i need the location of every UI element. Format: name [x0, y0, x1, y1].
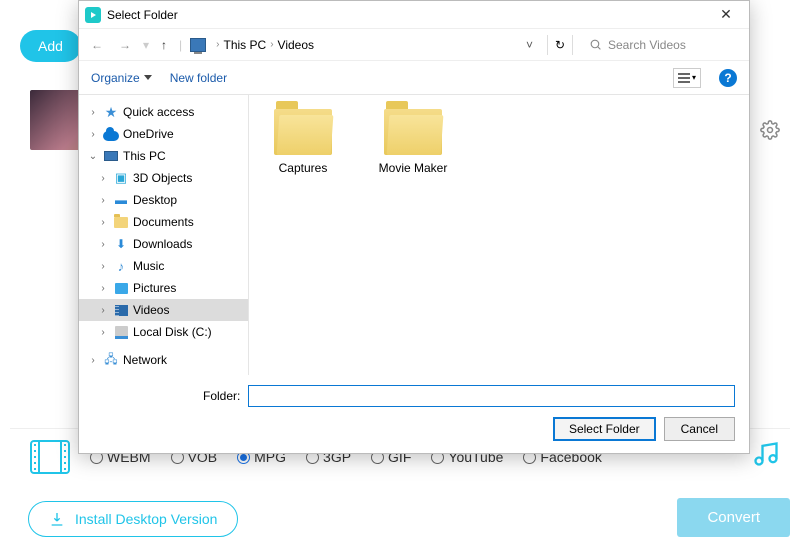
organize-menu[interactable]: Organize: [91, 71, 152, 85]
nav-up-icon[interactable]: ↑: [157, 36, 171, 54]
film-icon: [30, 440, 70, 474]
settings-icon[interactable]: [760, 120, 780, 145]
add-button[interactable]: Add: [20, 30, 81, 62]
dialog-toolbar: Organize New folder ▾ ?: [79, 61, 749, 95]
new-folder-button[interactable]: New folder: [170, 71, 227, 85]
install-desktop-button[interactable]: Install Desktop Version: [28, 501, 238, 537]
tree-videos[interactable]: ›Videos: [79, 299, 248, 321]
nav-forward-icon: →: [115, 36, 135, 54]
tree-3d-objects[interactable]: ›▣3D Objects: [79, 167, 248, 189]
folder-content[interactable]: Captures Movie Maker: [249, 95, 749, 375]
breadcrumb-dropdown-icon[interactable]: ˅: [322, 38, 539, 52]
dialog-navbar: ← → ▾ ↑ | › This PC › Videos ˅ ↻ Search …: [79, 29, 749, 61]
tree-pictures[interactable]: ›Pictures: [79, 277, 248, 299]
music-icon[interactable]: [752, 440, 780, 473]
pc-icon: [190, 38, 206, 52]
chevron-down-icon: [144, 75, 152, 80]
search-icon: [589, 38, 602, 51]
app-logo-icon: [85, 7, 101, 23]
folder-captures[interactable]: Captures: [263, 109, 343, 175]
tree-quick-access[interactable]: ›★Quick access: [79, 101, 248, 123]
tree-local-disk[interactable]: ›Local Disk (C:): [79, 321, 248, 343]
folder-icon: [274, 109, 332, 155]
nav-back-icon[interactable]: ←: [87, 36, 107, 54]
select-folder-button[interactable]: Select Folder: [553, 417, 656, 441]
dialog-titlebar: Select Folder ✕: [79, 1, 749, 29]
tree-network[interactable]: ›🖧Network: [79, 349, 248, 371]
folder-field-label: Folder:: [203, 389, 240, 403]
breadcrumb[interactable]: › This PC › Videos: [214, 38, 314, 52]
crumb-thispc[interactable]: This PC: [224, 38, 267, 52]
folder-tree: ›★Quick access ›OneDrive ⌄This PC ›▣3D O…: [79, 95, 249, 375]
folder-movie-maker[interactable]: Movie Maker: [373, 109, 453, 175]
tree-desktop[interactable]: ›▬Desktop: [79, 189, 248, 211]
refresh-icon[interactable]: ↻: [547, 35, 573, 55]
tree-onedrive[interactable]: ›OneDrive: [79, 123, 248, 145]
help-icon[interactable]: ?: [719, 69, 737, 87]
close-icon[interactable]: ✕: [707, 2, 745, 28]
cancel-button[interactable]: Cancel: [664, 417, 735, 441]
folder-label: Captures: [279, 161, 328, 175]
select-folder-dialog: Select Folder ✕ ← → ▾ ↑ | › This PC › Vi…: [78, 0, 750, 454]
convert-button[interactable]: Convert: [677, 498, 790, 537]
view-options-button[interactable]: ▾: [673, 68, 701, 88]
crumb-videos[interactable]: Videos: [278, 38, 314, 52]
folder-field[interactable]: [248, 385, 735, 407]
tree-thispc[interactable]: ⌄This PC: [79, 145, 248, 167]
folder-label: Movie Maker: [379, 161, 448, 175]
dialog-footer: Folder: Select Folder Cancel: [79, 375, 749, 453]
tree-documents[interactable]: ›Documents: [79, 211, 248, 233]
dialog-title: Select Folder: [107, 8, 178, 22]
tree-downloads[interactable]: ›⬇Downloads: [79, 233, 248, 255]
search-placeholder: Search Videos: [608, 38, 686, 52]
search-input[interactable]: Search Videos: [581, 38, 741, 52]
folder-icon: [384, 109, 442, 155]
tree-music[interactable]: ›♪Music: [79, 255, 248, 277]
